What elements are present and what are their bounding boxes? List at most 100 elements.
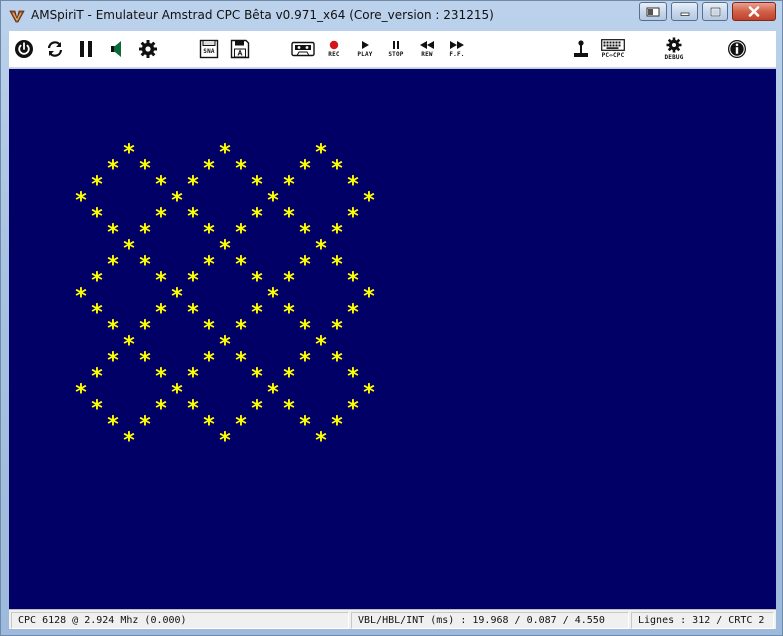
emulator-screen[interactable]: * * * * * * * * * * * * * * * * * * * * * * * * * * * * * * * * * * * * * * * *… [9,69,776,609]
star-glyph: * [106,413,119,438]
star-glyph: * [250,397,263,422]
star-glyph: * [74,285,87,310]
star-glyph: * [314,333,327,358]
close-button[interactable] [732,2,776,21]
star-glyph: * [202,221,215,246]
star-glyph: * [202,253,215,278]
star-glyph: * [346,269,359,294]
star-glyph: * [346,173,359,198]
rewind-button[interactable]: REW [415,31,439,67]
star-glyph: * [346,397,359,422]
star-glyph: * [138,157,151,182]
keyboard-label: PC⇔CPC [601,52,625,59]
debug-label: DEBUG [664,54,684,61]
star-glyph: * [250,269,263,294]
star-glyph: * [186,269,199,294]
star-glyph: * [298,413,311,438]
star-glyph: * [106,157,119,182]
star-glyph: * [170,285,183,310]
pause-icon [80,41,92,57]
stop-label: STOP [388,51,404,58]
star-glyph: * [330,253,343,278]
star-glyph: * [90,365,103,390]
rewind-icon [420,41,434,49]
star-glyph: * [298,157,311,182]
power-button[interactable] [13,31,35,67]
rec-button[interactable]: REC [323,31,345,67]
cassette-icon [291,41,315,57]
star-glyph: * [346,301,359,326]
about-button[interactable] [725,31,749,67]
speaker-icon [111,41,121,57]
debug-button[interactable]: DEBUG [660,31,688,67]
settings-button[interactable] [137,31,159,67]
star-glyph: * [282,397,295,422]
sound-button[interactable] [106,31,126,67]
star-glyph: * [138,317,151,342]
star-glyph: * [202,413,215,438]
star-glyph: * [298,349,311,374]
record-icon [329,40,339,50]
window-title: AMSpiriT - Emulateur Amstrad CPC Bêta v0… [31,8,494,22]
minimize-button[interactable] [671,2,698,21]
fast-forward-button[interactable]: F.F. [445,31,469,67]
star-glyph: * [90,173,103,198]
star-glyph: * [266,189,279,214]
star-glyph: * [122,237,135,262]
maximize-icon [709,6,721,17]
reset-icon [47,41,63,57]
stop-pause-icon [393,41,399,49]
star-glyph: * [122,333,135,358]
status-lines: Lignes : 312 / CRTC 2 [631,612,774,629]
star-glyph: * [74,189,87,214]
star-glyph: * [218,429,231,454]
star-glyph: * [362,285,375,310]
window-extra-button[interactable] [639,2,667,21]
star-glyph: * [122,141,135,166]
star-glyph: * [186,397,199,422]
disk-button[interactable] [229,31,251,67]
star-glyph: * [106,253,119,278]
star-glyph: * [138,253,151,278]
reset-button[interactable] [44,31,66,67]
star-glyph: * [282,173,295,198]
star-glyph: * [234,317,247,342]
star-glyph: * [154,173,167,198]
star-glyph: * [250,173,263,198]
star-glyph: * [234,157,247,182]
star-glyph: * [138,221,151,246]
title-bar[interactable]: AMSpiriT - Emulateur Amstrad CPC Bêta v0… [1,1,782,31]
snapshot-label: SNA [203,48,215,55]
joystick-icon [574,40,588,57]
star-glyph: * [202,317,215,342]
close-icon [748,6,760,17]
star-glyph: * [218,237,231,262]
play-button[interactable]: PLAY [353,31,377,67]
star-glyph: * [154,397,167,422]
star-glyph: * [298,253,311,278]
power-icon [15,40,33,58]
tape-button[interactable] [290,31,316,67]
joystick-button[interactable] [570,31,592,67]
star-glyph: * [266,285,279,310]
status-cpu: CPC 6128 @ 2.924 Mhz (0.000) [11,612,349,629]
rewind-label: REW [421,51,433,58]
star-glyph: * [330,221,343,246]
caption-buttons [639,2,776,21]
star-glyph: * [362,381,375,406]
play-label: PLAY [357,51,373,58]
toolbar: SNA REC PLAY STOP REW F.F. PC⇔CPC DEBUG [9,31,776,68]
star-glyph: * [250,205,263,230]
star-glyph: * [170,189,183,214]
star-glyph: * [282,365,295,390]
star-glyph: * [106,317,119,342]
star-glyph: * [218,141,231,166]
maximize-button[interactable] [702,2,728,21]
keyboard-button[interactable]: PC⇔CPC [597,31,629,67]
star-glyph: * [154,301,167,326]
snapshot-button[interactable]: SNA [198,31,220,67]
pause-button[interactable] [76,31,96,67]
star-glyph: * [186,301,199,326]
stop-button[interactable]: STOP [384,31,408,67]
star-glyph: * [202,157,215,182]
